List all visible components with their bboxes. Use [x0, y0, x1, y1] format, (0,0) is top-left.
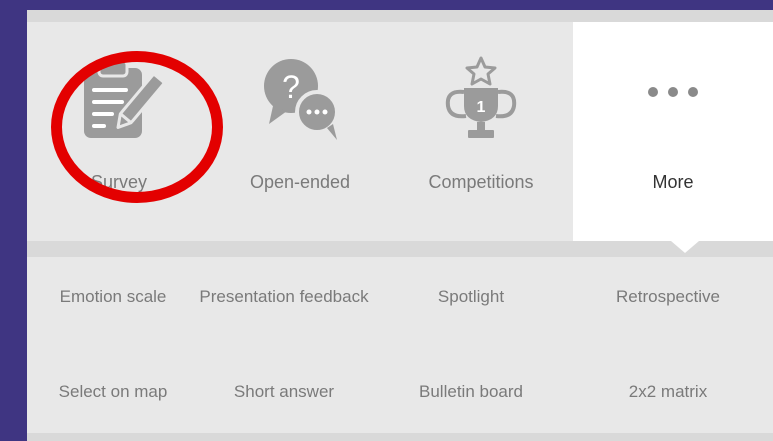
option-select-on-map[interactable]: Select on map: [27, 381, 199, 403]
tile-survey-label: Survey: [90, 172, 148, 192]
svg-text:1: 1: [477, 99, 486, 116]
option-short-answer[interactable]: Short answer: [198, 381, 370, 403]
survey-clipboard-icon: [84, 59, 164, 138]
tile-competitions-label: Competitions: [428, 172, 534, 192]
option-retrospective[interactable]: Retrospective: [582, 286, 754, 308]
tile-open-ended-label: Open-ended: [249, 172, 351, 192]
option-2x2-matrix[interactable]: 2x2 matrix: [582, 381, 754, 403]
question-type-panel: Survey ? Open-ended 1 Competitions More …: [27, 10, 773, 441]
tile-more[interactable]: More: [573, 22, 773, 241]
tile-competitions[interactable]: 1 Competitions: [389, 22, 573, 241]
question-type-tiles: Survey ? Open-ended 1 Competitions More: [27, 22, 773, 241]
svg-text:?: ?: [282, 69, 300, 105]
option-spotlight[interactable]: Spotlight: [385, 286, 557, 308]
tile-survey[interactable]: Survey: [27, 22, 211, 241]
option-emotion-scale[interactable]: Emotion scale: [27, 286, 199, 308]
tile-open-ended[interactable]: ? Open-ended: [211, 22, 389, 241]
more-dots-icon: [648, 87, 698, 97]
option-bulletin-board[interactable]: Bulletin board: [385, 381, 557, 403]
option-presentation-feedback[interactable]: Presentation feedback: [198, 286, 370, 308]
more-menu-pointer: [671, 241, 699, 253]
trophy-icon: 1: [445, 56, 517, 138]
tile-more-label: More: [652, 172, 694, 192]
speech-bubbles-icon: ?: [264, 59, 339, 140]
more-options-menu: Emotion scale Presentation feedback Spot…: [27, 257, 773, 433]
